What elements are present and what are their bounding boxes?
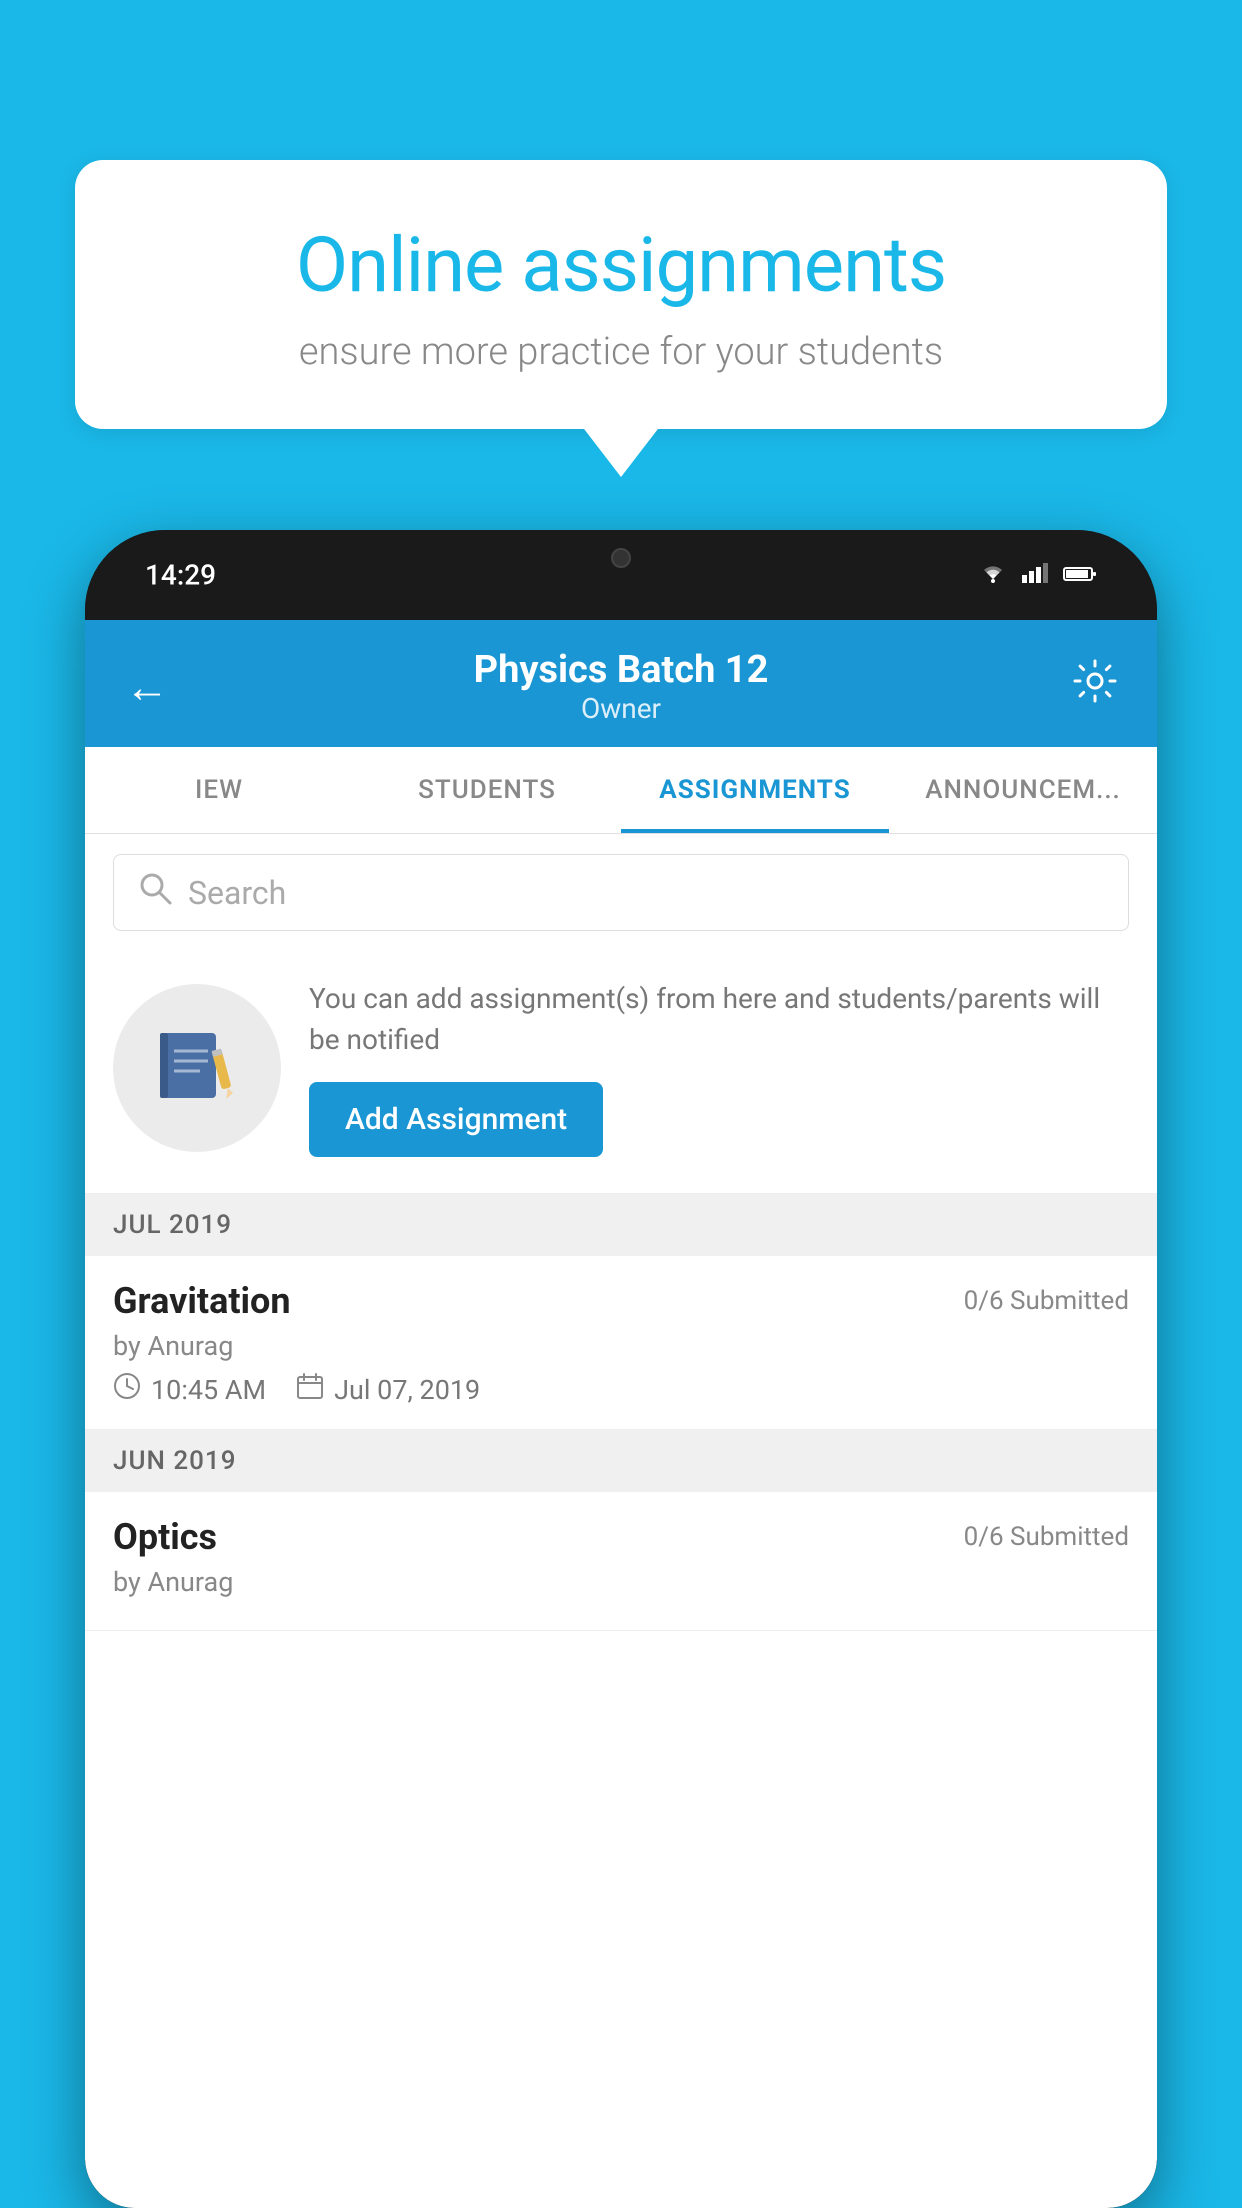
info-text-section: You can add assignment(s) from here and … <box>309 979 1129 1157</box>
battery-icon <box>1063 560 1097 590</box>
settings-button[interactable] <box>1073 659 1117 714</box>
assignment-name-gravitation: Gravitation <box>113 1280 291 1322</box>
assignment-top-row-optics: Optics 0/6 Submitted <box>113 1516 1129 1558</box>
assignment-author-gravitation: by Anurag <box>113 1330 1129 1362</box>
notch <box>521 530 721 585</box>
search-icon <box>138 871 172 914</box>
header-title: Physics Batch 12 <box>474 648 769 692</box>
app-header: ← Physics Batch 12 Owner <box>85 620 1157 747</box>
add-assignment-button[interactable]: Add Assignment <box>309 1082 603 1157</box>
bubble-subtitle: ensure more practice for your students <box>155 330 1087 374</box>
camera-dot <box>611 548 631 568</box>
clock-icon <box>113 1372 141 1407</box>
speech-bubble: Online assignments ensure more practice … <box>75 160 1167 429</box>
header-center: Physics Batch 12 Owner <box>474 648 769 725</box>
tabs-bar: IEW STUDENTS ASSIGNMENTS ANNOUNCEM... <box>85 747 1157 834</box>
tab-students[interactable]: STUDENTS <box>353 747 621 833</box>
bubble-title: Online assignments <box>155 220 1087 310</box>
assignment-top-row: Gravitation 0/6 Submitted <box>113 1280 1129 1322</box>
search-bar[interactable]: Search <box>113 854 1129 931</box>
assignment-author-optics: by Anurag <box>113 1566 1129 1598</box>
back-button[interactable]: ← <box>125 661 169 713</box>
month-header-jun: JUN 2019 <box>85 1430 1157 1492</box>
notebook-icon-circle <box>113 984 281 1152</box>
assignment-submitted-optics: 0/6 Submitted <box>964 1522 1129 1552</box>
status-time: 14:29 <box>145 559 216 592</box>
search-container: Search <box>85 834 1157 951</box>
assignment-item-gravitation[interactable]: Gravitation 0/6 Submitted by Anurag 10:4… <box>85 1256 1157 1430</box>
calendar-icon <box>296 1372 324 1407</box>
assignment-submitted-gravitation: 0/6 Submitted <box>964 1286 1129 1316</box>
assignment-meta-gravitation: 10:45 AM Jul 07, 2019 <box>113 1372 1129 1407</box>
assignment-time: 10:45 AM <box>113 1372 266 1407</box>
assignment-time-value: 10:45 AM <box>151 1374 266 1406</box>
tab-view[interactable]: IEW <box>85 747 353 833</box>
notebook-icon <box>152 1023 242 1113</box>
header-subtitle: Owner <box>474 692 769 725</box>
info-description: You can add assignment(s) from here and … <box>309 979 1129 1060</box>
tab-assignments[interactable]: ASSIGNMENTS <box>621 747 889 833</box>
status-bar: 14:29 <box>85 530 1157 620</box>
month-header-jul: JUL 2019 <box>85 1194 1157 1256</box>
assignment-item-optics[interactable]: Optics 0/6 Submitted by Anurag <box>85 1492 1157 1631</box>
speech-bubble-wrapper: Online assignments ensure more practice … <box>75 160 1167 429</box>
assignment-name-optics: Optics <box>113 1516 217 1558</box>
tab-announcements[interactable]: ANNOUNCEM... <box>889 747 1157 833</box>
phone-screen: ← Physics Batch 12 Owner IEW STUDENTS AS… <box>85 620 1157 2208</box>
phone-frame: 14:29 ← Physics Batch 12 Owner <box>85 530 1157 2208</box>
wifi-icon <box>979 560 1007 590</box>
search-placeholder: Search <box>188 874 286 912</box>
assignment-date: Jul 07, 2019 <box>296 1372 480 1407</box>
status-icons <box>979 560 1097 590</box>
assignment-date-value: Jul 07, 2019 <box>334 1374 480 1406</box>
info-card: You can add assignment(s) from here and … <box>85 951 1157 1194</box>
signal-icon <box>1021 560 1049 590</box>
